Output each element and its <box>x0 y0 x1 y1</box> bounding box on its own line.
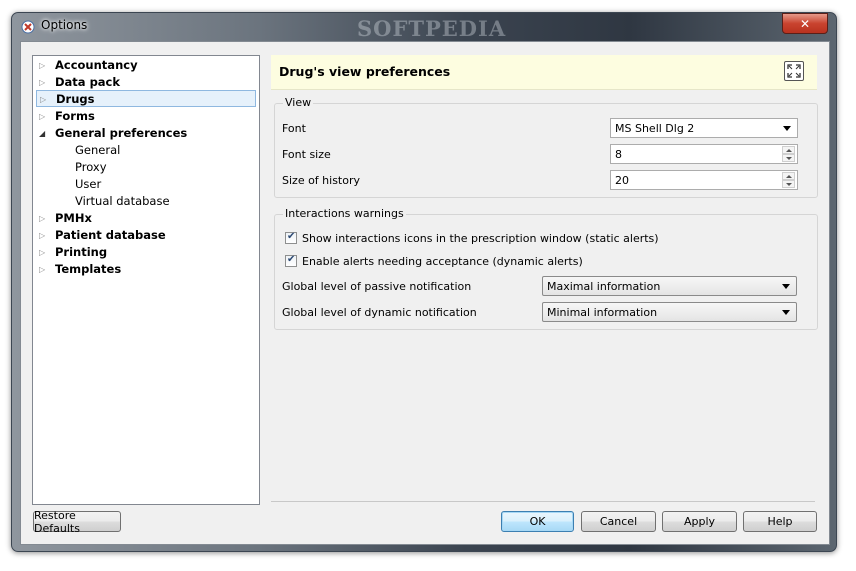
expand-arrow-icon[interactable]: ▷ <box>39 210 45 227</box>
dynamic-notification-value: Minimal information <box>547 306 658 319</box>
tree-item-label: Drugs <box>56 92 95 106</box>
passive-notification-combobox[interactable]: Maximal information <box>542 276 797 296</box>
tree-item-label: Virtual database <box>75 194 170 208</box>
font-label: Font <box>282 122 306 135</box>
dialog-client-area: ▷ Accountancy ▷ Data pack ▷ Drugs ▷ Form… <box>20 41 830 545</box>
button-separator <box>271 501 815 502</box>
apply-button[interactable]: Apply <box>662 511 737 532</box>
tree-item-label: General preferences <box>55 126 188 140</box>
font-size-spinbox[interactable]: 8 <box>610 144 798 164</box>
tree-item-label: Forms <box>55 109 95 123</box>
tree-item-label: Data pack <box>55 75 121 89</box>
close-button[interactable]: ✕ <box>782 13 828 34</box>
tree-item-label: PMHx <box>55 211 92 225</box>
spin-up-icon[interactable] <box>782 146 795 154</box>
tree-item-user[interactable]: User <box>33 176 257 193</box>
expand-icon <box>787 64 801 78</box>
tree-item-pmhx[interactable]: ▷ PMHx <box>33 210 257 227</box>
category-tree[interactable]: ▷ Accountancy ▷ Data pack ▷ Drugs ▷ Form… <box>32 55 260 505</box>
ok-button[interactable]: OK <box>501 511 574 532</box>
tree-item-printing[interactable]: ▷ Printing <box>33 244 257 261</box>
passive-notification-value: Maximal information <box>547 280 661 293</box>
font-value: MS Shell Dlg 2 <box>615 122 695 135</box>
tree-item-label: Proxy <box>75 160 107 174</box>
tree-item-proxy[interactable]: Proxy <box>33 159 257 176</box>
group-title: Interactions warnings <box>283 207 406 220</box>
tree-item-drugs[interactable]: ▷ Drugs <box>36 90 256 107</box>
window-title: Options <box>41 18 88 32</box>
font-size-label: Font size <box>282 148 331 161</box>
history-size-value: 20 <box>615 174 629 187</box>
expand-arrow-icon[interactable]: ▷ <box>39 108 45 125</box>
chevron-down-icon <box>782 310 790 315</box>
tree-item-label: User <box>75 177 102 191</box>
expand-arrow-icon[interactable]: ▷ <box>40 91 46 108</box>
tree-item-general[interactable]: General <box>33 142 257 159</box>
chevron-down-icon <box>782 284 790 289</box>
expand-arrow-icon[interactable]: ▷ <box>39 261 45 278</box>
group-title: View <box>283 96 314 109</box>
panel-header: Drug's view preferences <box>271 55 817 90</box>
help-button[interactable]: Help <box>743 511 817 532</box>
tree-item-label: Accountancy <box>55 58 138 72</box>
options-window: Options SOFTPEDIA ✕ ▷ Accountancy ▷ Data… <box>11 12 837 552</box>
restore-defaults-button[interactable]: Restore Defaults <box>33 509 121 535</box>
tree-item-data-pack[interactable]: ▷ Data pack <box>33 74 257 91</box>
spin-down-icon[interactable] <box>782 180 795 188</box>
spin-down-icon[interactable] <box>782 154 795 162</box>
history-size-label: Size of history <box>282 174 361 187</box>
title-bar[interactable]: Options SOFTPEDIA ✕ <box>12 13 836 41</box>
history-size-spinbox[interactable]: 20 <box>610 170 798 190</box>
expand-arrow-icon[interactable]: ▷ <box>39 57 45 74</box>
expand-arrow-icon[interactable]: ▷ <box>39 244 45 261</box>
tree-item-general-preferences[interactable]: ◢ General preferences <box>33 125 257 142</box>
dynamic-alerts-checkbox-row[interactable]: Enable alerts needing acceptance (dynami… <box>285 254 805 270</box>
tree-item-label: Templates <box>55 262 122 276</box>
dynamic-notification-combobox[interactable]: Minimal information <box>542 302 797 322</box>
app-icon <box>21 20 35 34</box>
tree-item-forms[interactable]: ▷ Forms <box>33 108 257 125</box>
spin-up-icon[interactable] <box>782 172 795 180</box>
font-size-value: 8 <box>615 148 622 161</box>
chevron-down-icon <box>783 126 791 131</box>
interactions-group: Interactions warnings Show interactions … <box>274 207 818 330</box>
dynamic-notification-label: Global level of dynamic notification <box>282 306 477 319</box>
expand-arrow-icon[interactable]: ▷ <box>39 227 45 244</box>
static-alerts-checkbox[interactable] <box>285 231 297 244</box>
tree-item-virtual-database[interactable]: Virtual database <box>33 193 257 210</box>
tree-item-label: General <box>75 143 121 157</box>
tree-item-accountancy[interactable]: ▷ Accountancy <box>33 57 257 74</box>
cancel-button[interactable]: Cancel <box>581 511 656 532</box>
static-alerts-checkbox-row[interactable]: Show interactions icons in the prescript… <box>285 231 805 247</box>
collapse-arrow-icon[interactable]: ◢ <box>39 125 45 142</box>
tree-item-patient-database[interactable]: ▷ Patient database <box>33 227 257 244</box>
dynamic-alerts-checkbox[interactable] <box>285 254 297 267</box>
expand-arrow-icon[interactable]: ▷ <box>39 74 45 91</box>
tree-item-label: Patient database <box>55 228 166 242</box>
tree-item-templates[interactable]: ▷ Templates <box>33 261 257 278</box>
view-group: View Font MS Shell Dlg 2 Font size 8 Siz… <box>274 96 818 198</box>
dynamic-alerts-label: Enable alerts needing acceptance (dynami… <box>302 255 583 268</box>
softpedia-watermark: SOFTPEDIA <box>357 16 507 41</box>
expand-button[interactable] <box>784 61 804 81</box>
font-combobox[interactable]: MS Shell Dlg 2 <box>610 118 798 138</box>
close-icon: ✕ <box>799 16 811 31</box>
static-alerts-label: Show interactions icons in the prescript… <box>302 232 659 245</box>
passive-notification-label: Global level of passive notification <box>282 280 472 293</box>
tree-item-label: Printing <box>55 245 108 259</box>
page-title: Drug's view preferences <box>279 64 451 79</box>
